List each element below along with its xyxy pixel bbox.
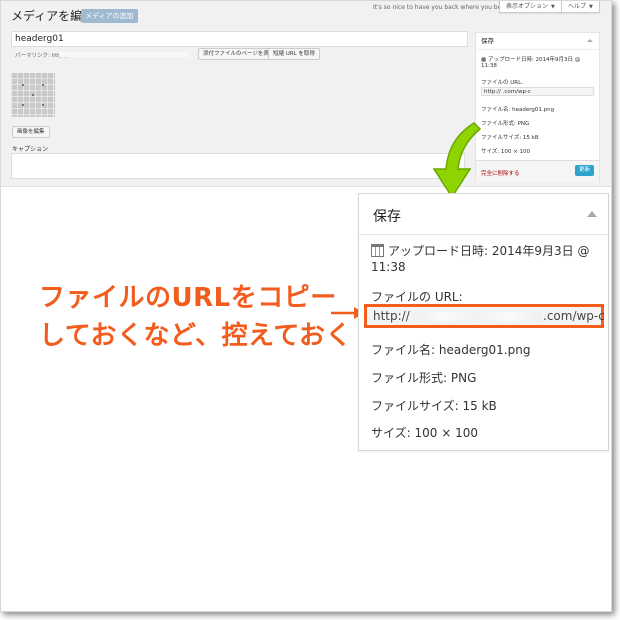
file-url-label: ファイルの URL: [481,80,524,86]
save-metabox-header[interactable]: 保存 [359,194,608,235]
save-metabox-header[interactable]: 保存 [476,33,599,50]
calendar-icon [371,244,384,257]
screenshot-frame: メディアを編集 メディアの追加 It's so nice to have you… [0,0,612,612]
file-url-field[interactable]: http:// .com/wp-c [481,87,594,96]
file-url-label: ファイルの URL: [371,290,463,304]
upload-date: アップロード日時: 2014年9月3日 @ [371,242,589,259]
file-url-prefix: http:// [373,309,410,323]
media-edit-screen: メディアを編集 メディアの追加 It's so nice to have you… [1,1,611,187]
add-new-media-button[interactable]: メディアの追加 [81,9,138,23]
upload-time: 11:38 [371,260,406,274]
file-url-field[interactable]: http:// .com/wp-c [364,304,605,328]
image-thumbnail [11,73,55,117]
save-metabox-zoomed: 保存 アップロード日時: 2014年9月3日 @ 11:38 ファイルの URL… [358,193,609,451]
file-url-suffix: .com/wp-c [543,309,605,323]
collapse-icon[interactable] [587,211,597,217]
media-title-input[interactable]: headerg01 [11,31,468,47]
update-button[interactable]: 更新 [574,165,594,176]
file-name: ファイル名: headerg01.png [481,107,555,113]
greeting-text: It's so nice to have you back where you … [373,4,515,11]
upload-time: 11:38 [481,63,497,69]
file-url-blurred [412,312,542,322]
file-size: ファイルサイズ: 15 kB [371,399,497,413]
file-type: ファイル形式: PNG [371,371,477,385]
collapse-icon[interactable] [587,39,593,42]
help-button[interactable]: ヘルプ ▼ [561,1,600,13]
edit-image-button[interactable]: 画像を編集 [12,126,50,138]
upload-date: ▦ アップロード日時: 2014年9月3日 @ [481,57,581,63]
caption-textarea[interactable] [11,153,465,179]
chevron-down-icon: ▼ [589,4,593,10]
screen-options-button[interactable]: 表示オプション ▼ [499,1,562,13]
get-shortlink-button[interactable]: 短縮 URL を取得 [268,48,320,60]
annotation-text: ファイルのURLをコピー しておくなど、控えておく [39,283,353,351]
caption-label: キャプション [12,146,49,153]
chevron-down-icon: ▼ [551,4,555,10]
dimensions: サイズ: 100 × 100 [371,426,478,440]
file-name: ファイル名: headerg01.png [371,343,531,357]
permalink-blurred [59,52,189,57]
